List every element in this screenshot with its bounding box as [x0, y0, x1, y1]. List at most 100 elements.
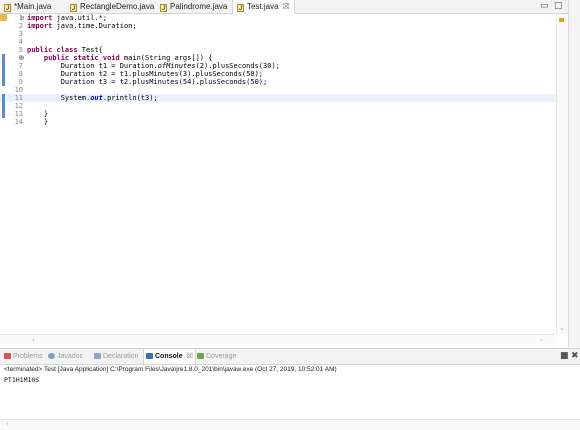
code-text: public static void main(String args[]) { — [27, 54, 213, 62]
editor-tabbar: J *Main.java J RectangleDemo.java J Palindr… — [0, 0, 568, 14]
remove-launch-icon[interactable]: ✖ — [571, 351, 579, 362]
code-token: public class — [27, 46, 78, 54]
line-number: 5 — [18, 46, 23, 54]
warning-icon[interactable] — [0, 14, 7, 21]
code-token: java.time.Duration; — [52, 22, 137, 30]
code-text: } — [27, 118, 48, 126]
code-line[interactable]: 7 Duration t1 = Duration.ofMinutes(2).pl… — [0, 62, 556, 70]
code-line[interactable]: 1 ⊖ import java.util.*; — [0, 14, 556, 22]
tab-javadoc[interactable]: Javadoc — [48, 349, 83, 364]
code-token: ofMinutes — [157, 62, 196, 70]
code-line[interactable]: 9 Duration t3 = t2.plusMinutes(54).plusS… — [0, 78, 556, 86]
line-number: 12 — [14, 102, 23, 110]
code-text: Duration t2 = t1.plusMinutes(3).plusSeco… — [27, 70, 263, 78]
code-line[interactable]: 10 — [0, 86, 556, 94]
tab-console[interactable]: Console ☒ — [143, 349, 196, 364]
code-token: Duration t3 = t2.plusMinutes(54).plusSec… — [27, 78, 268, 86]
console-status: <terminated> Test [Java Application] C:\… — [4, 366, 337, 373]
code-text: System.out.println(t3); — [27, 94, 158, 102]
code-text: import java.time.Duration; — [27, 22, 137, 30]
code-editor[interactable]: 1 ⊖ import java.util.*; 2 import java.time.D… — [0, 14, 556, 332]
tab-rectangledemo-java[interactable]: J RectangleDemo.java — [70, 0, 154, 13]
code-text: public class Test{ — [27, 46, 103, 54]
tab-main-java[interactable]: J *Main.java — [4, 0, 51, 13]
code-line[interactable]: 4 — [0, 38, 556, 46]
change-marker — [2, 94, 5, 118]
code-token: } — [27, 118, 49, 126]
java-file-icon: J — [4, 4, 11, 12]
code-line[interactable]: 5 public class Test{ — [0, 46, 556, 54]
scroll-left-icon[interactable]: ‹ — [32, 336, 35, 344]
line-number: 10 — [14, 86, 23, 94]
code-line[interactable]: 13 } — [0, 110, 556, 118]
line-number: 7 — [18, 62, 23, 70]
code-token: import — [27, 14, 53, 22]
bottom-tabbar: Problems Javadoc Declaration Console ☒ Co… — [0, 349, 580, 365]
code-token: Duration t2 = t1.plusMinutes(3).plusSeco… — [27, 70, 264, 78]
code-token: import — [27, 22, 53, 30]
tab-declaration[interactable]: Declaration — [94, 349, 138, 364]
declaration-icon — [94, 353, 101, 359]
code-token: public static void — [43, 54, 120, 62]
maximize-icon[interactable]: □ — [554, 1, 563, 12]
console-horizontal-scrollbar[interactable]: ‹ — [0, 419, 580, 430]
java-file-icon: J — [160, 4, 167, 12]
code-token: Duration t1 = Duration. — [27, 62, 158, 70]
editor-area: J *Main.java J RectangleDemo.java J Palindr… — [0, 0, 569, 347]
tab-palindrome-java[interactable]: J Palindrome.java — [160, 0, 227, 13]
line-number: 2 — [18, 22, 23, 30]
code-line[interactable]: 2 import java.time.Duration; — [0, 22, 556, 30]
javadoc-icon — [48, 353, 55, 359]
code-line[interactable]: 6 ⊖ public static void main(String args[]… — [0, 54, 556, 62]
problems-icon — [4, 353, 11, 359]
java-file-icon: J — [237, 4, 244, 12]
fold-toggle-icon[interactable]: ⊖ — [20, 54, 24, 62]
code-text: import java.util.*; — [27, 14, 107, 22]
scroll-down-icon[interactable]: ⌄ — [559, 324, 565, 332]
line-number: 4 — [18, 38, 23, 46]
code-token: Test{ — [77, 46, 103, 54]
coverage-icon — [197, 353, 204, 359]
terminate-icon[interactable]: ■ — [560, 351, 569, 362]
java-file-icon: J — [70, 4, 77, 12]
code-text: Duration t3 = t2.plusMinutes(54).plusSec… — [27, 78, 268, 86]
tab-problems[interactable]: Problems — [4, 349, 43, 364]
code-text: } — [27, 110, 48, 118]
bottom-panel: Problems Javadoc Declaration Console ☒ Co… — [0, 348, 580, 430]
warning-overview-marker[interactable] — [559, 18, 564, 22]
scroll-right-icon[interactable]: › — [540, 336, 543, 344]
code-line[interactable]: 3 — [0, 30, 556, 38]
horizontal-scrollbar[interactable]: ‹ › — [0, 334, 556, 346]
code-line[interactable]: 11 System.out.println(t3); — [0, 94, 556, 102]
minimize-icon[interactable]: ▭ — [540, 1, 549, 12]
code-token: main(String args[]) { — [119, 54, 213, 62]
code-line[interactable]: 8 Duration t2 = t1.plusMinutes(3).plusSe… — [0, 70, 556, 78]
tab-test-java[interactable]: J Test.java ☒ — [232, 0, 295, 14]
code-line[interactable]: 14 } — [0, 118, 556, 126]
right-side-strip — [569, 0, 580, 347]
change-marker — [2, 54, 5, 86]
close-tab-icon[interactable]: ☒ — [187, 353, 193, 360]
code-token: out — [90, 94, 103, 102]
line-number: 11 — [14, 94, 23, 102]
line-number: 14 — [14, 118, 23, 126]
line-number: 3 — [18, 30, 23, 38]
line-number: 9 — [18, 78, 23, 86]
console-icon — [146, 353, 153, 359]
code-token: .println(t3); — [102, 94, 158, 102]
code-line[interactable]: 12 — [0, 102, 556, 110]
tab-coverage[interactable]: Coverage — [197, 349, 236, 364]
code-token: } — [27, 110, 49, 118]
code-token: (2).plusSeconds(30); — [195, 62, 280, 70]
console-output: PT1H1M10S — [4, 376, 40, 384]
close-tab-icon[interactable]: ☒ — [283, 2, 290, 11]
line-number: 13 — [14, 110, 23, 118]
code-text: Duration t1 = Duration.ofMinutes(2).plus… — [27, 62, 280, 70]
line-number: 8 — [18, 70, 23, 78]
code-token: System. — [27, 94, 91, 102]
vertical-scrollbar[interactable]: ⌄ — [556, 14, 568, 334]
fold-toggle-icon[interactable]: ⊖ — [20, 14, 24, 22]
code-token: java.util.*; — [52, 14, 108, 22]
scroll-left-icon[interactable]: ‹ — [6, 420, 9, 428]
